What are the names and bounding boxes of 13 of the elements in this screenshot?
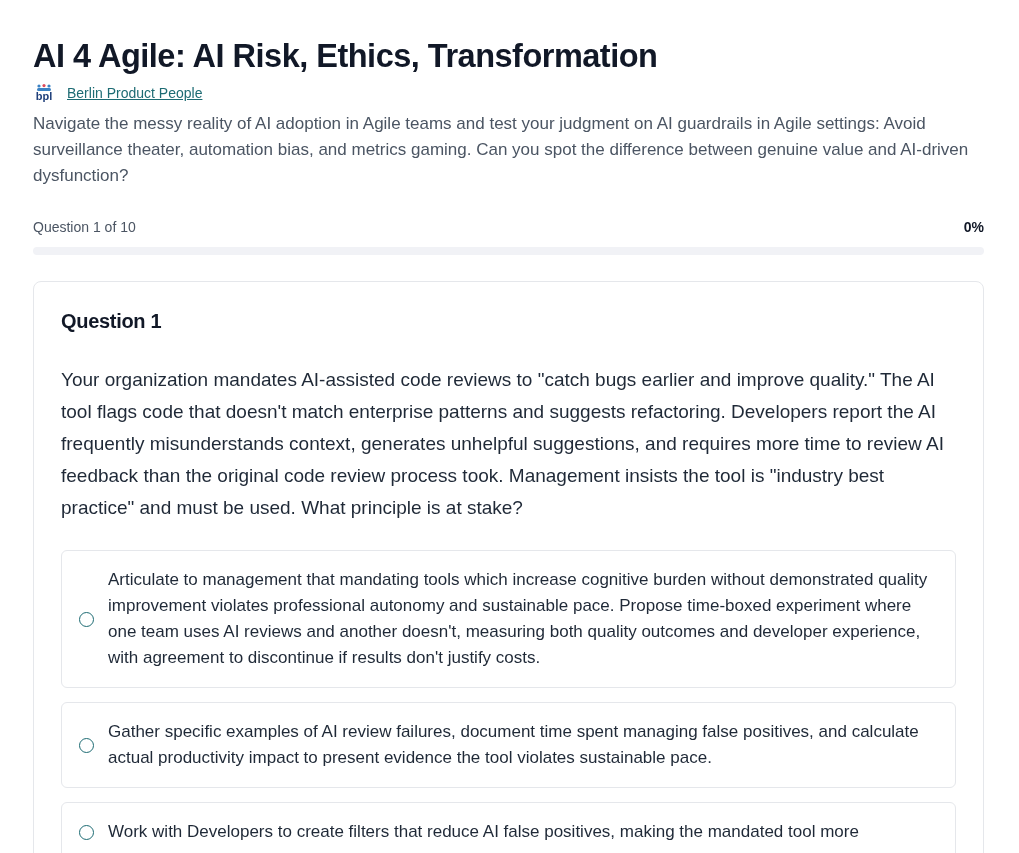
quiz-title: AI 4 Agile: AI Risk, Ethics, Transformation <box>33 37 659 76</box>
answer-option[interactable] <box>61 550 956 688</box>
option-text: Work with Developers to create filters that reduce AI false positives, making the mandated tool more <box>108 821 859 843</box>
question-text: Your organization mandates AI-assisted code reviews to "catch bugs earlier and improve quality." The AI tool flags code that doesn't match enterprise patterns and suggests refactoring. Developers report the AI frequently misunderstands context, generates unhelpful suggestions, and requires more time to review AI feedback than the original code review process took. Management insists the tool is "industry best practice" and must be used. What principle is at stake? <box>61 368 945 520</box>
progress-label: Question 1 of 10 <box>33 219 136 235</box>
option-text: Gather specific examples of AI review failures, document time spent managing false positives, and calculate actual productivity impact to present evidence the tool violates sustainable pace. <box>108 721 920 769</box>
author-link[interactable]: Berlin Product People <box>67 84 203 101</box>
answer-option[interactable]: Work with Developers to create filters that reduce AI false positives, making the mandated tool more <box>61 802 956 853</box>
question-heading: Question 1 <box>61 310 163 333</box>
progress-percent: 0% <box>963 219 984 235</box>
option-text: Articulate to management that mandating tools which increase cognitive burden without demonstrated quality improvement violates professional autonomy and sustainable pace. Propose time-boxed experiment where one team uses AI reviews and another doesn't, measuring both quality outcomes and developer experience, with agreement to discontinue if results don't justify costs. <box>108 569 929 669</box>
quiz-description: Navigate the messy reality of AI adoption in Agile teams and test your judgment on AI guardrails in Agile settings: Avoid surveillance theater, automation bias, and metrics gaming. Can you spot the difference between genuine value and AI-driven dysfunction? <box>33 113 970 187</box>
answer-option[interactable]: Gather specific examples of AI review failures, document time spent managing false positives, and calculate actual productivity impact to present evidence the tool violates sustainable pace. <box>61 702 956 788</box>
